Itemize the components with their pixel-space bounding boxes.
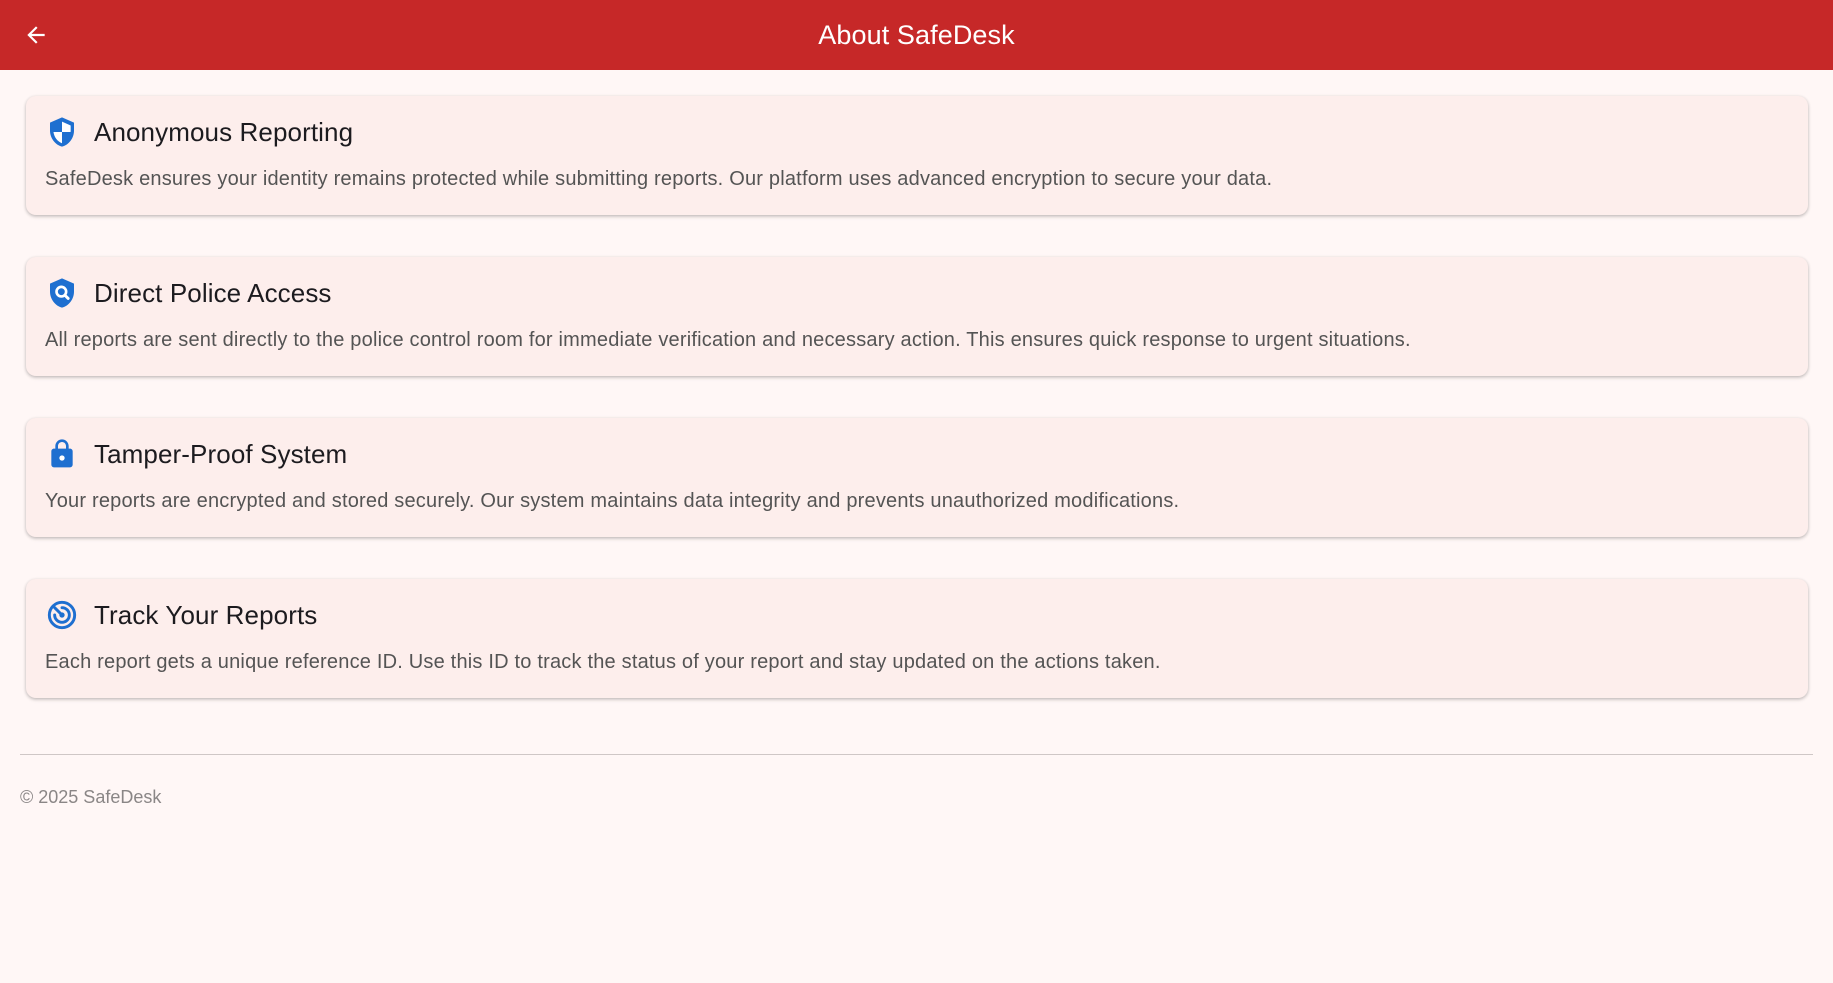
shield-icon bbox=[45, 115, 79, 149]
card-header: Anonymous Reporting bbox=[45, 113, 353, 151]
lock-icon bbox=[45, 437, 79, 471]
feature-list: Anonymous Reporting SafeDesk ensures you… bbox=[26, 96, 1808, 740]
shield-search-icon bbox=[45, 276, 79, 310]
footer-divider bbox=[20, 754, 1813, 755]
feature-card-track-your-reports: Track Your Reports Each report gets a un… bbox=[26, 579, 1808, 698]
card-header: Direct Police Access bbox=[45, 274, 332, 312]
feature-card-direct-police-access: Direct Police Access All reports are sen… bbox=[26, 257, 1808, 376]
card-title: Anonymous Reporting bbox=[94, 116, 354, 147]
track-radar-icon bbox=[45, 598, 79, 632]
card-description: Your reports are encrypted and stored se… bbox=[45, 490, 1180, 512]
card-header: Tamper-Proof System bbox=[45, 435, 347, 473]
card-description: All reports are sent directly to the pol… bbox=[45, 329, 1411, 351]
arrow-back-icon[interactable] bbox=[23, 22, 49, 48]
footer-copyright: © 2025 SafeDesk bbox=[20, 787, 162, 807]
back-button[interactable] bbox=[18, 17, 54, 53]
card-description: Each report gets a unique reference ID. … bbox=[45, 651, 1161, 673]
card-title: Direct Police Access bbox=[94, 277, 332, 308]
card-title: Track Your Reports bbox=[94, 599, 318, 630]
about-page: About SafeDesk Anonymous Reporting SafeD… bbox=[0, 0, 1833, 983]
app-bar: About SafeDesk bbox=[0, 0, 1833, 70]
feature-card-anonymous-reporting: Anonymous Reporting SafeDesk ensures you… bbox=[26, 96, 1808, 215]
page-title: About SafeDesk bbox=[818, 19, 1015, 50]
card-title: Tamper-Proof System bbox=[94, 438, 348, 469]
feature-card-tamper-proof-system: Tamper-Proof System Your reports are enc… bbox=[26, 418, 1808, 537]
card-header: Track Your Reports bbox=[45, 596, 317, 634]
card-description: SafeDesk ensures your identity remains p… bbox=[45, 168, 1273, 190]
